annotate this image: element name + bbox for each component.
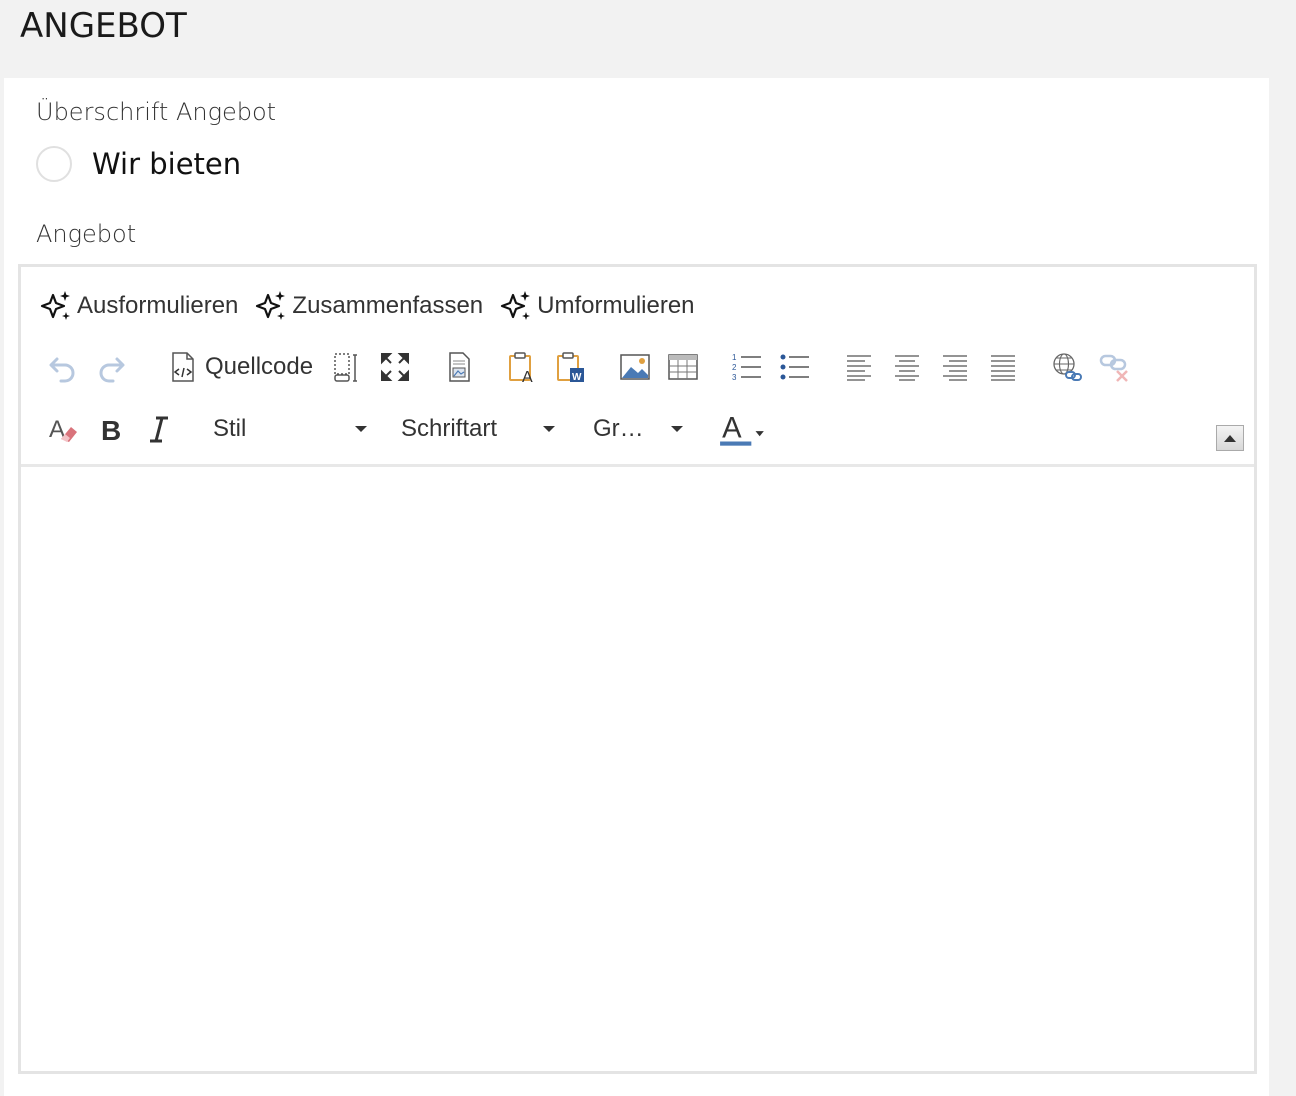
heading-radio-option[interactable]: Wir bieten: [36, 146, 241, 182]
chevron-down-icon: [543, 426, 555, 432]
sparkles-icon: [256, 291, 286, 320]
collapse-toolbar-button[interactable]: [1216, 425, 1244, 451]
page-title: ANGEBOT: [20, 6, 187, 46]
svg-text:A: A: [722, 412, 742, 444]
text-color-button[interactable]: A: [715, 409, 771, 449]
svg-text:1: 1: [732, 353, 737, 362]
numbered-list-icon: 1 2 3: [732, 353, 762, 382]
ai-action-label: Ausformulieren: [77, 292, 239, 319]
bold-button[interactable]: B: [87, 409, 135, 449]
align-center-button[interactable]: [883, 347, 931, 387]
text-color-icon: A: [720, 412, 764, 446]
heading-field-label: Überschrift Angebot: [36, 98, 277, 126]
unlink-icon: [1099, 354, 1128, 382]
align-justify-button[interactable]: [979, 347, 1027, 387]
remove-format-icon: A: [49, 416, 77, 443]
table-icon: [668, 354, 698, 380]
source-code-icon: [172, 352, 194, 382]
ai-actions-row: Ausformulieren Zusammenfassen Umformulie…: [39, 289, 711, 323]
font-family-dropdown[interactable]: Schriftart: [401, 409, 561, 449]
chevron-down-icon: [355, 426, 367, 432]
align-justify-icon: [991, 355, 1016, 381]
body-field-label: Angebot: [36, 220, 137, 248]
image-button[interactable]: [611, 347, 659, 387]
umformulieren-button[interactable]: Umformulieren: [499, 289, 695, 323]
redo-button[interactable]: [87, 347, 135, 387]
remove-format-button[interactable]: A: [39, 409, 87, 449]
align-left-button[interactable]: [835, 347, 883, 387]
bulleted-list-button[interactable]: [771, 347, 819, 387]
source-code-button[interactable]: Quellcode: [151, 347, 313, 387]
redo-icon: [99, 357, 125, 383]
link-button[interactable]: [1043, 347, 1091, 387]
chevron-down-icon: [671, 426, 683, 432]
toolbar-row-format: A B Stil Schriftart Gr… A: [39, 407, 771, 451]
collapse-toolbar-icon: [1224, 434, 1236, 442]
show-blocks-icon: [334, 353, 358, 382]
italic-icon: [150, 416, 168, 443]
link-icon: [1053, 353, 1083, 381]
style-dropdown[interactable]: Stil: [213, 409, 373, 449]
numbered-list-button[interactable]: 1 2 3: [723, 347, 771, 387]
editor-toolbar: Ausformulieren Zusammenfassen Umformulie…: [21, 267, 1254, 467]
style-dropdown-value: Stil: [213, 415, 247, 442]
maximize-button[interactable]: [371, 347, 419, 387]
bulleted-list-icon: [780, 354, 810, 380]
show-blocks-button[interactable]: [323, 347, 371, 387]
paste-as-text-button[interactable]: A: [499, 347, 547, 387]
svg-text:W: W: [572, 372, 582, 383]
align-center-icon: [895, 355, 920, 381]
ai-action-label: Umformulieren: [537, 292, 695, 319]
paste-from-word-icon: W: [557, 352, 585, 383]
ai-action-label: Zusammenfassen: [292, 292, 484, 319]
table-button[interactable]: [659, 347, 707, 387]
toolbar-row-editing: Quellcode A W 1 2 3: [39, 347, 1139, 387]
radio-option-label[interactable]: Wir bieten: [92, 147, 241, 181]
align-right-icon: [943, 355, 968, 381]
rich-text-editor: Ausformulieren Zusammenfassen Umformulie…: [18, 264, 1257, 1074]
editor-content-area[interactable]: [21, 470, 1254, 1071]
svg-text:A: A: [522, 369, 533, 383]
paste-from-word-button[interactable]: W: [547, 347, 595, 387]
paste-as-text-icon: A: [509, 352, 533, 383]
bold-icon: B: [101, 415, 121, 445]
preview-button[interactable]: [435, 347, 483, 387]
svg-text:3: 3: [732, 373, 737, 382]
svg-text:2: 2: [732, 363, 737, 372]
undo-button[interactable]: [39, 347, 87, 387]
offer-panel: Überschrift Angebot Wir bieten Angebot A…: [4, 78, 1269, 1096]
align-left-icon: [847, 355, 872, 381]
radio-button[interactable]: [36, 146, 72, 182]
font-family-dropdown-value: Schriftart: [401, 415, 498, 442]
unlink-button[interactable]: [1091, 347, 1139, 387]
maximize-icon: [381, 353, 410, 381]
undo-icon: [49, 357, 75, 383]
source-code-label: Quellcode: [205, 353, 314, 380]
sparkles-icon: [40, 291, 70, 320]
font-size-dropdown-value: Gr…: [593, 415, 644, 442]
ausformulieren-button[interactable]: Ausformulieren: [39, 289, 238, 323]
svg-text:B: B: [101, 415, 121, 445]
align-right-button[interactable]: [931, 347, 979, 387]
image-icon: [620, 354, 650, 380]
font-size-dropdown[interactable]: Gr…: [593, 409, 689, 449]
zusammenfassen-button[interactable]: Zusammenfassen: [254, 289, 483, 323]
preview-icon: [449, 352, 470, 382]
sparkles-icon: [501, 291, 531, 320]
italic-button[interactable]: [135, 409, 183, 449]
